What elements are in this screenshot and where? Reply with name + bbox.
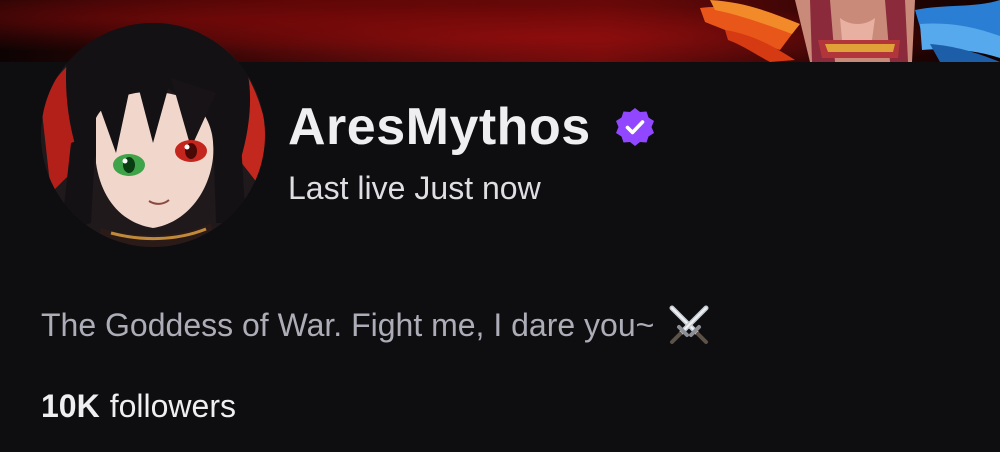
last-live-status: Last live Just now — [288, 172, 541, 204]
followers-number: 10K — [41, 388, 100, 424]
channel-avatar[interactable] — [41, 23, 265, 247]
followers-count[interactable]: 10K followers — [41, 390, 236, 422]
avatar-illustration — [41, 23, 265, 247]
banner-character-art — [700, 0, 1000, 62]
channel-name-row: AresMythos — [288, 92, 655, 162]
bio-text: The Goddess of War. Fight me, I dare you… — [41, 306, 655, 343]
crossed-swords-icon — [666, 302, 712, 348]
followers-label: followers — [109, 388, 236, 424]
last-live-prefix: Last live — [288, 170, 406, 206]
channel-name[interactable]: AresMythos — [288, 101, 591, 153]
last-live-value: Just now — [414, 170, 541, 206]
verified-badge-icon — [615, 107, 655, 147]
channel-bio: The Goddess of War. Fight me, I dare you… — [41, 302, 712, 348]
